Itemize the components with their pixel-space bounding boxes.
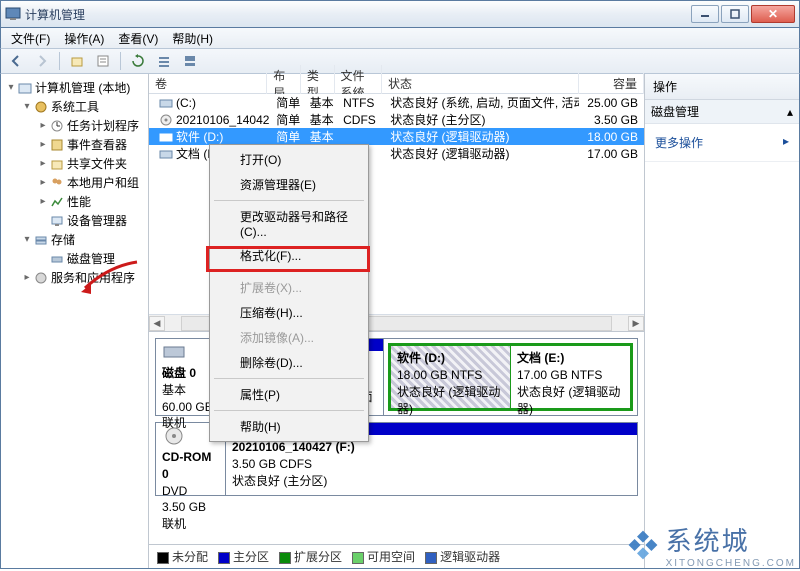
partition-e[interactable]: 文档 (E:)17.00 GB NTFS状态良好 (逻辑驱动器) — [511, 346, 630, 408]
volume-row-selected[interactable]: 软件 (D:) 简单 基本 状态良好 (逻辑驱动器) 18.00 GB — [149, 128, 644, 145]
volume-list-header: 卷 布局 类型 文件系统 状态 容量 — [149, 74, 644, 94]
window-title: 计算机管理 — [25, 6, 691, 23]
drive-icon — [159, 148, 173, 160]
tree-storage[interactable]: ▾存储 — [19, 230, 146, 249]
menu-extend: 扩展卷(X)... — [212, 275, 366, 300]
disc-icon — [159, 114, 173, 126]
col-volume[interactable]: 卷 — [149, 73, 267, 94]
maximize-button[interactable] — [721, 5, 749, 23]
menu-change-letter[interactable]: 更改驱动器号和路径(C)... — [212, 204, 366, 243]
app-icon — [5, 6, 21, 22]
close-button[interactable]: ✕ — [751, 5, 795, 23]
minimize-button[interactable] — [691, 5, 719, 23]
menu-help[interactable]: 帮助(H) — [166, 28, 219, 49]
menu-bar: 文件(F) 操作(A) 查看(V) 帮助(H) — [0, 28, 800, 48]
view-bottom-button[interactable] — [179, 50, 201, 72]
view-list-button[interactable] — [153, 50, 175, 72]
drive-icon — [159, 131, 173, 143]
partition-d-selected[interactable]: 软件 (D:)18.00 GB NTFS状态良好 (逻辑驱动器) — [391, 346, 511, 408]
tree-local-users[interactable]: ▸本地用户和组 — [35, 173, 146, 192]
title-bar: 计算机管理 ✕ — [0, 0, 800, 28]
menu-mirror: 添加镜像(A)... — [212, 325, 366, 350]
tree-shared-folders[interactable]: ▸共享文件夹 — [35, 154, 146, 173]
toolbar — [0, 48, 800, 74]
drive-icon — [159, 97, 173, 109]
actions-pane: 操作 磁盘管理 ▴ 更多操作▸ — [644, 74, 799, 568]
annotation-arrow — [79, 260, 139, 300]
scroll-right-button[interactable]: ▶ — [628, 316, 644, 331]
menu-action[interactable]: 操作(A) — [58, 28, 110, 49]
scroll-left-button[interactable]: ◀ — [149, 316, 165, 331]
volume-row[interactable]: (C:) 简单 基本 NTFS 状态良好 (系统, 启动, 页面文件, 活动, … — [149, 94, 644, 111]
navigation-tree: ▾计算机管理 (本地) ▾系统工具 ▸任务计划程序 ▸事件查看器 ▸共享文件夹 … — [1, 74, 149, 568]
refresh-button[interactable] — [127, 50, 149, 72]
menu-help[interactable]: 帮助(H) — [212, 414, 366, 439]
actions-section-title: 磁盘管理 — [651, 103, 699, 120]
tree-performance[interactable]: ▸性能 — [35, 192, 146, 211]
forward-button[interactable] — [31, 50, 53, 72]
back-button[interactable] — [5, 50, 27, 72]
menu-format[interactable]: 格式化(F)... — [212, 243, 366, 268]
properties-button[interactable] — [92, 50, 114, 72]
actions-header: 操作 — [645, 74, 799, 100]
chevron-right-icon: ▸ — [783, 134, 789, 151]
collapse-icon[interactable]: ▴ — [787, 105, 793, 119]
center-pane: 卷 布局 类型 文件系统 状态 容量 (C:) 简单 基本 NTFS 状态良好 … — [149, 74, 644, 568]
tree-event-viewer[interactable]: ▸事件查看器 — [35, 135, 146, 154]
col-capacity[interactable]: 容量 — [579, 73, 644, 94]
tree-task-scheduler[interactable]: ▸任务计划程序 — [35, 116, 146, 135]
volume-row[interactable]: 20210106_140427 (F:) 简单 基本 CDFS 状态良好 (主分… — [149, 111, 644, 128]
menu-explorer[interactable]: 资源管理器(E) — [212, 172, 366, 197]
tree-system-tools[interactable]: ▾系统工具 — [19, 97, 146, 116]
context-menu: 打开(O) 资源管理器(E) 更改驱动器号和路径(C)... 格式化(F)...… — [209, 144, 369, 442]
extended-partition: 软件 (D:)18.00 GB NTFS状态良好 (逻辑驱动器) 文档 (E:)… — [388, 343, 633, 411]
menu-properties[interactable]: 属性(P) — [212, 382, 366, 407]
volume-list: (C:) 简单 基本 NTFS 状态良好 (系统, 启动, 页面文件, 活动, … — [149, 94, 644, 314]
col-status[interactable]: 状态 — [382, 73, 579, 94]
tree-root[interactable]: ▾计算机管理 (本地) — [3, 78, 146, 97]
menu-shrink[interactable]: 压缩卷(H)... — [212, 300, 366, 325]
menu-view[interactable]: 查看(V) — [112, 28, 164, 49]
tree-device-manager[interactable]: 设备管理器 — [35, 211, 146, 230]
menu-open[interactable]: 打开(O) — [212, 147, 366, 172]
menu-delete[interactable]: 删除卷(D)... — [212, 350, 366, 375]
action-more[interactable]: 更多操作▸ — [653, 130, 791, 155]
up-button[interactable] — [66, 50, 88, 72]
menu-file[interactable]: 文件(F) — [5, 28, 56, 49]
legend: 未分配 主分区 扩展分区 可用空间 逻辑驱动器 — [149, 544, 644, 568]
